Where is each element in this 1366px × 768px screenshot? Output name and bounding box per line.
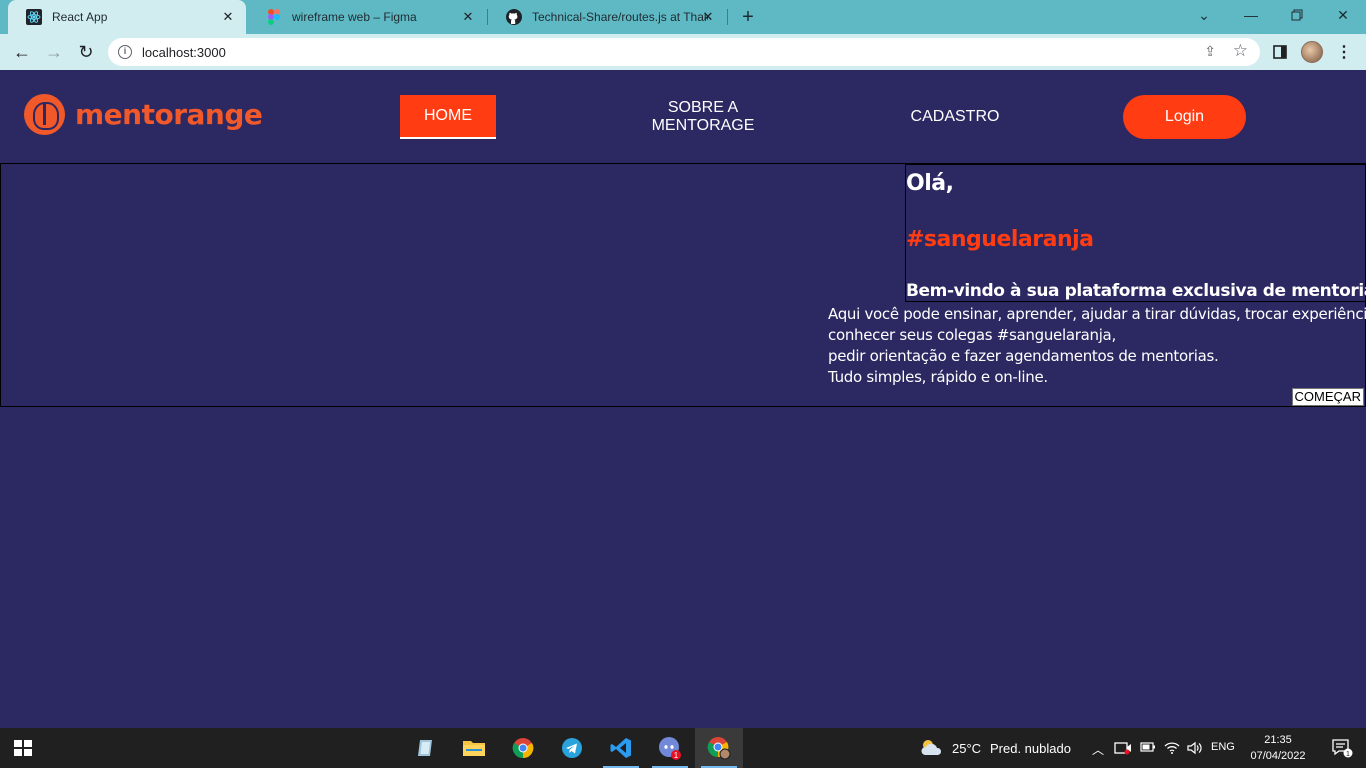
hero-section: Olá, #sanguelaranja Bem-vindo à sua plat… xyxy=(0,163,1366,407)
clock-time: 21:35 xyxy=(1264,734,1292,746)
restore-button[interactable] xyxy=(1274,0,1320,30)
nav-sobre[interactable]: SOBRE A MENTORAGE xyxy=(636,99,770,135)
share-icon[interactable]: ⇪ xyxy=(1204,43,1216,60)
minimize-button[interactable]: — xyxy=(1228,0,1274,30)
tab-title: React App xyxy=(52,10,108,24)
profile-avatar[interactable] xyxy=(1300,40,1324,64)
figma-icon xyxy=(266,9,282,25)
avatar xyxy=(1301,41,1323,63)
browser-toolbar: ← → ↻ i localhost:3000 ⇪ ☆ ⋮ xyxy=(0,34,1366,70)
description-line: pedir orientação e fazer agendamentos de… xyxy=(828,347,1219,365)
clock-date: 07/04/2022 xyxy=(1250,750,1306,762)
wifi-icon[interactable] xyxy=(1164,741,1180,758)
nav-home[interactable]: HOME xyxy=(400,95,496,139)
battery-icon[interactable] xyxy=(1140,741,1156,756)
volume-icon[interactable] xyxy=(1186,741,1204,758)
site-info-icon[interactable]: i xyxy=(118,45,132,59)
nav-cadastro[interactable]: CADASTRO xyxy=(896,108,1014,126)
new-tab-button[interactable]: + xyxy=(737,6,759,28)
bookmark-star-icon[interactable]: ☆ xyxy=(1233,41,1248,61)
browser-tabstrip: React App ✕ wireframe web – Figma ✕ Tech… xyxy=(0,0,1366,34)
weather-cloud-icon[interactable] xyxy=(908,728,956,768)
greeting-heading: Olá, xyxy=(906,171,954,196)
tab-title: Technical-Share/routes.js at Thalc xyxy=(532,10,708,24)
system-clock[interactable]: 21:35 07/04/2022 xyxy=(1242,732,1314,764)
notification-count: 1 xyxy=(1346,751,1350,758)
back-arrow-icon[interactable]: ← xyxy=(10,40,34,64)
reload-icon[interactable]: ↻ xyxy=(74,40,98,64)
file-explorer-icon[interactable] xyxy=(450,728,498,768)
site-logo[interactable]: mentorange xyxy=(24,94,263,135)
brain-icon xyxy=(24,94,65,135)
notes-app-icon[interactable] xyxy=(402,728,450,768)
vscode-icon[interactable] xyxy=(597,728,645,768)
tab-separator xyxy=(727,9,728,25)
close-window-button[interactable]: ✕ xyxy=(1320,0,1366,30)
close-tab-icon[interactable]: ✕ xyxy=(220,9,236,25)
welcome-subtitle: Bem-vindo à sua plataforma exclusiva de … xyxy=(906,281,1366,301)
nav-sobre-line2: MENTORAGE xyxy=(651,117,755,134)
discord-badge: 1 xyxy=(674,751,679,760)
close-tab-icon[interactable]: ✕ xyxy=(700,9,716,25)
description-line: conhecer seus colegas #sanguelaranja, xyxy=(828,326,1116,344)
chrome-active-icon[interactable] xyxy=(695,728,743,768)
close-tab-icon[interactable]: ✕ xyxy=(460,9,476,25)
description-line: Tudo simples, rápido e on-line. xyxy=(828,368,1048,386)
nav-sobre-line1: SOBRE A xyxy=(667,99,739,116)
greeting-box: Olá, #sanguelaranja Bem-vindo à sua plat… xyxy=(905,164,1366,302)
tab-title: wireframe web – Figma xyxy=(292,10,417,24)
address-bar[interactable]: i localhost:3000 ⇪ ☆ xyxy=(108,38,1260,66)
tab-figma[interactable]: wireframe web – Figma ✕ xyxy=(248,0,486,34)
page-content: mentorange HOME SOBRE A MENTORAGE CADAST… xyxy=(0,70,1366,728)
meet-now-icon[interactable] xyxy=(1114,741,1132,758)
brand-name: mentorange xyxy=(75,98,263,131)
hero-description: Aqui você pode ensinar, aprender, ajudar… xyxy=(828,304,1366,388)
description-line: Aqui você pode ensinar, aprender, ajudar… xyxy=(828,305,1366,323)
hashtag-heading: #sanguelaranja xyxy=(906,227,1094,252)
forward-arrow-icon[interactable]: → xyxy=(42,40,66,64)
windows-taskbar: 1 25°C Pred. nublado ︿ ENG 21:35 07/04/2… xyxy=(0,728,1366,768)
start-button[interactable]: COMEÇAR xyxy=(1291,388,1364,406)
side-panel-icon[interactable] xyxy=(1268,40,1292,64)
login-button[interactable]: Login xyxy=(1123,95,1246,139)
tab-react-app[interactable]: React App ✕ xyxy=(8,0,246,34)
notification-center-icon[interactable]: 1 xyxy=(1318,728,1366,768)
menu-kebab-icon[interactable]: ⋮ xyxy=(1332,40,1356,64)
tab-github[interactable]: Technical-Share/routes.js at Thalc ✕ xyxy=(488,0,726,34)
chevron-up-icon[interactable]: ︿ xyxy=(1092,741,1104,758)
discord-icon[interactable]: 1 xyxy=(646,728,694,768)
weather-description[interactable]: Pred. nublado xyxy=(990,741,1071,756)
url-text[interactable]: localhost:3000 xyxy=(142,45,226,60)
language-indicator[interactable]: ENG xyxy=(1211,741,1235,753)
chrome-taskbar-icon[interactable] xyxy=(499,728,547,768)
tab-search-icon[interactable]: ⌄ xyxy=(1181,0,1227,30)
windows-start-icon[interactable] xyxy=(0,728,48,768)
telegram-icon[interactable] xyxy=(548,728,596,768)
weather-temperature[interactable]: 25°C xyxy=(952,741,981,756)
react-icon xyxy=(26,9,42,25)
github-icon xyxy=(506,9,522,25)
